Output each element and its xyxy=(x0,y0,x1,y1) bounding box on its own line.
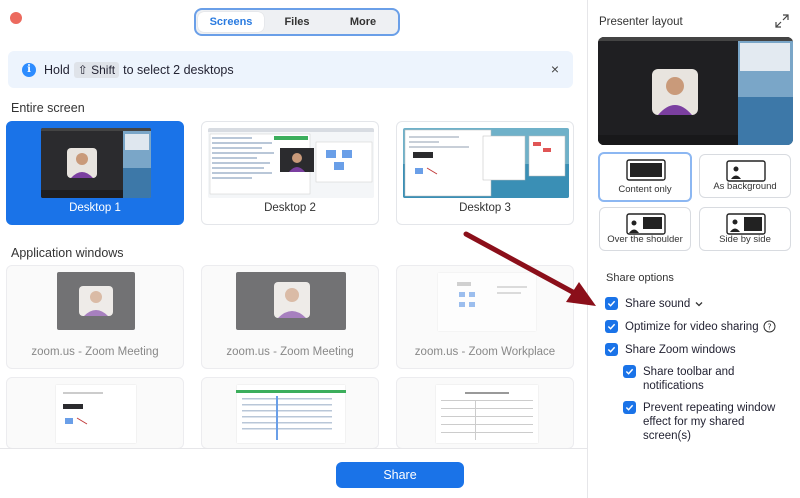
share-options-heading: Share options xyxy=(606,272,674,284)
close-icon[interactable]: × xyxy=(551,61,559,77)
tab-more[interactable]: More xyxy=(330,12,396,32)
option-label: Optimize for video sharing xyxy=(625,321,759,333)
app-window-zoom-meeting-2[interactable]: zoom.us - Zoom Meeting xyxy=(201,265,379,369)
presenter-panel: Presenter layout Content only As backgro… xyxy=(587,0,800,498)
app-window-zoom-workplace[interactable]: zoom.us - Zoom Workplace xyxy=(396,265,574,369)
chevron-down-icon[interactable] xyxy=(694,299,704,309)
info-icon: i xyxy=(22,62,36,77)
side-by-side-icon xyxy=(726,213,766,235)
desktop-3-label: Desktop 3 xyxy=(459,202,511,214)
desktop-1-label: Desktop 1 xyxy=(69,202,121,214)
entire-screen-heading: Entire screen xyxy=(11,101,85,115)
layout-as-background[interactable]: As background xyxy=(699,154,791,198)
option-label: Share sound xyxy=(625,298,691,310)
checkbox-checked-icon[interactable] xyxy=(605,343,618,356)
close-window-button[interactable] xyxy=(10,12,22,24)
desktop-3-thumbnail xyxy=(403,128,569,198)
desktop-2-label: Desktop 2 xyxy=(264,202,316,214)
app-window-label: zoom.us - Zoom Meeting xyxy=(226,346,354,358)
tab-files[interactable]: Files xyxy=(264,12,330,32)
app-window-label: zoom.us - Zoom Meeting xyxy=(31,346,159,358)
source-tabs: Screens Files More xyxy=(194,8,400,36)
help-icon[interactable]: ? xyxy=(763,320,776,333)
app-window-thumbnail xyxy=(55,384,137,444)
desktop-1-option[interactable]: Desktop 1 xyxy=(6,121,184,225)
app-window-thumbnail xyxy=(435,384,539,444)
checkbox-checked-icon[interactable] xyxy=(623,365,636,378)
as-background-icon xyxy=(726,160,766,182)
app-window-label: zoom.us - Zoom Workplace xyxy=(414,346,556,358)
banner-prefix: Hold xyxy=(44,62,70,77)
layout-over-the-shoulder[interactable]: Over the shoulder xyxy=(599,207,691,251)
option-share-toolbar[interactable]: Share toolbar and notifications xyxy=(623,365,793,393)
app-window-thumbnail xyxy=(236,384,346,444)
app-window-zoom-meeting-1[interactable]: zoom.us - Zoom Meeting xyxy=(6,265,184,369)
desktop-1-thumbnail xyxy=(41,128,151,198)
layout-content-only[interactable]: Content only xyxy=(598,152,692,202)
layout-label: As background xyxy=(713,181,777,192)
zoom-meeting-thumbnail xyxy=(236,272,346,330)
presenter-preview xyxy=(598,37,793,145)
option-label: Share toolbar and notifications xyxy=(643,366,735,392)
desktop-2-option[interactable]: Desktop 2 xyxy=(201,121,379,225)
option-label: Prevent repeating window effect for my s… xyxy=(643,402,776,442)
multi-desktop-hint-banner: i Hold ⇧ Shift to select 2 desktops × xyxy=(8,51,573,88)
share-button[interactable]: Share xyxy=(336,462,464,488)
layout-side-by-side[interactable]: Side by side xyxy=(699,207,791,251)
option-label: Share Zoom windows xyxy=(625,344,736,356)
zoom-meeting-thumbnail xyxy=(57,272,135,330)
option-share-zoom-windows[interactable]: Share Zoom windows xyxy=(605,343,736,357)
layout-label: Content only xyxy=(618,184,672,195)
svg-text:?: ? xyxy=(767,323,771,332)
checkbox-checked-icon[interactable] xyxy=(605,320,618,333)
content-only-icon xyxy=(626,159,666,181)
option-optimize-video[interactable]: Optimize for video sharing ? xyxy=(605,320,776,334)
desktop-3-option[interactable]: Desktop 3 xyxy=(396,121,574,225)
option-prevent-repeating[interactable]: Prevent repeating window effect for my s… xyxy=(623,401,793,443)
layout-label: Over the shoulder xyxy=(607,234,683,245)
checkbox-checked-icon[interactable] xyxy=(623,401,636,414)
tab-screens[interactable]: Screens xyxy=(198,12,264,32)
over-the-shoulder-icon xyxy=(626,213,666,235)
shift-key-badge: ⇧ Shift xyxy=(73,61,120,78)
share-screen-window: Screens Files More i Hold ⇧ Shift to sel… xyxy=(0,0,800,498)
expand-icon[interactable] xyxy=(775,14,789,28)
presenter-layout-heading: Presenter layout xyxy=(599,16,683,28)
zoom-workplace-thumbnail xyxy=(437,272,537,332)
footer-divider xyxy=(0,448,587,449)
app-window-4[interactable] xyxy=(6,377,184,449)
desktop-2-thumbnail xyxy=(208,128,374,198)
layout-label: Side by side xyxy=(719,234,771,245)
app-window-5[interactable] xyxy=(201,377,379,449)
banner-suffix: to select 2 desktops xyxy=(123,62,234,77)
application-windows-heading: Application windows xyxy=(11,246,124,260)
checkbox-checked-icon[interactable] xyxy=(605,297,618,310)
app-window-6[interactable] xyxy=(396,377,574,449)
option-share-sound[interactable]: Share sound xyxy=(605,297,704,311)
